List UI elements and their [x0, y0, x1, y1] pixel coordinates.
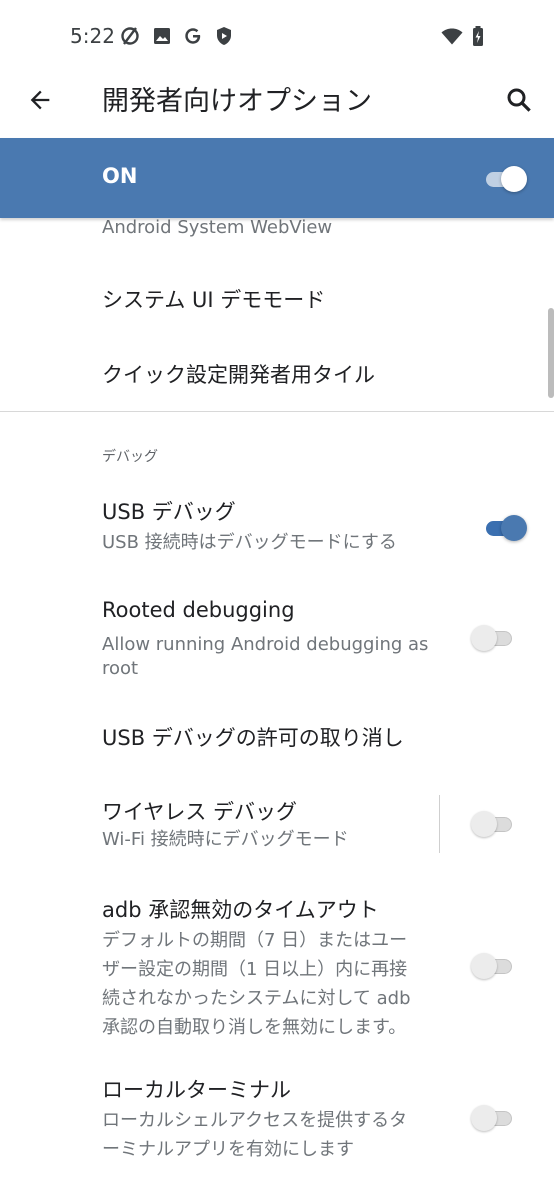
pref-usb-debugging-summary: USB 接続時はデバッグモードにする: [102, 532, 397, 553]
pref-local-terminal-summary-line-2: ーミナルアプリを有効にします: [102, 1139, 354, 1160]
switch-thumb: [471, 811, 497, 837]
webview-summary: Android System WebView: [102, 218, 333, 238]
status-time: 5:22: [70, 24, 115, 48]
pref-local-terminal-summary-line-1: ローカルシェルアクセスを提供するタ: [102, 1110, 408, 1131]
category-debugging: デバッグ: [102, 449, 158, 465]
master-switch-label: ON: [102, 164, 138, 188]
vertical-divider: [439, 795, 440, 853]
scrollbar[interactable]: [548, 308, 554, 398]
switch-thumb: [501, 166, 527, 192]
settings-list[interactable]: Android System WebView システム UI デモモード クイッ…: [0, 218, 554, 1200]
pref-wireless-debugging-summary: Wi-Fi 接続時にデバッグモード: [102, 829, 349, 850]
wireless-debugging-switch[interactable]: [471, 810, 515, 838]
pref-local-terminal-title: ローカルターミナル: [102, 1078, 291, 1102]
switch-thumb: [501, 515, 527, 541]
pref-rooted-debugging-summary-line-1: Allow running Android debugging as: [102, 634, 429, 655]
status-bar: 5:22: [0, 0, 554, 72]
search-button[interactable]: [498, 82, 540, 122]
pref-adb-timeout-summary-line-3: 続されなかったシステムに対して adb: [102, 988, 411, 1009]
pref-rooted-debugging-title: Rooted debugging: [102, 598, 295, 622]
back-button[interactable]: [20, 82, 60, 122]
pref-revoke-usb-title: USB デバッグの許可の取り消し: [102, 726, 404, 750]
pref-wireless-debugging-title: ワイヤレス デバッグ: [102, 800, 298, 824]
shield-icon: [212, 24, 236, 48]
pref-rooted-debugging-summary-line-2: root: [102, 658, 139, 679]
pref-adb-timeout-summary-line-4: 承認の自動取り消しを無効にします。: [102, 1017, 407, 1038]
switch-thumb: [471, 1105, 497, 1131]
pref-quick-tiles-title: クイック設定開発者用タイル: [102, 363, 375, 387]
switch-thumb: [471, 625, 497, 651]
section-divider: [0, 411, 554, 412]
switch-thumb: [471, 953, 497, 979]
local-terminal-switch[interactable]: [471, 1104, 515, 1132]
pref-adb-timeout-summary-line-2: ザー設定の期間（1 日以上）内に再接: [102, 959, 408, 980]
rooted-debugging-switch[interactable]: [471, 624, 515, 652]
master-switch-bar[interactable]: ON: [0, 138, 554, 218]
pref-adb-timeout-summary-line-1: デフォルトの期間（7 日）またはユー: [102, 930, 408, 951]
pref-adb-timeout-title: adb 承認無効のタイムアウト: [102, 898, 379, 922]
arrow-back-icon: [26, 86, 54, 118]
image-icon: [150, 24, 174, 48]
battery-icon: [466, 24, 490, 48]
google-icon: [181, 24, 205, 48]
app-bar: 開発者向けオプション: [0, 72, 554, 138]
no-sync-icon: [118, 24, 142, 48]
adb-timeout-switch[interactable]: [471, 952, 515, 980]
pref-usb-debugging-title: USB デバッグ: [102, 500, 236, 524]
search-icon: [504, 85, 534, 119]
wifi-icon: [440, 24, 464, 48]
usb-debugging-switch[interactable]: [483, 514, 527, 542]
page-title: 開発者向けオプション: [102, 86, 372, 117]
master-toggle-switch[interactable]: [483, 165, 527, 193]
pref-demo-mode-title: システム UI デモモード: [102, 288, 326, 312]
